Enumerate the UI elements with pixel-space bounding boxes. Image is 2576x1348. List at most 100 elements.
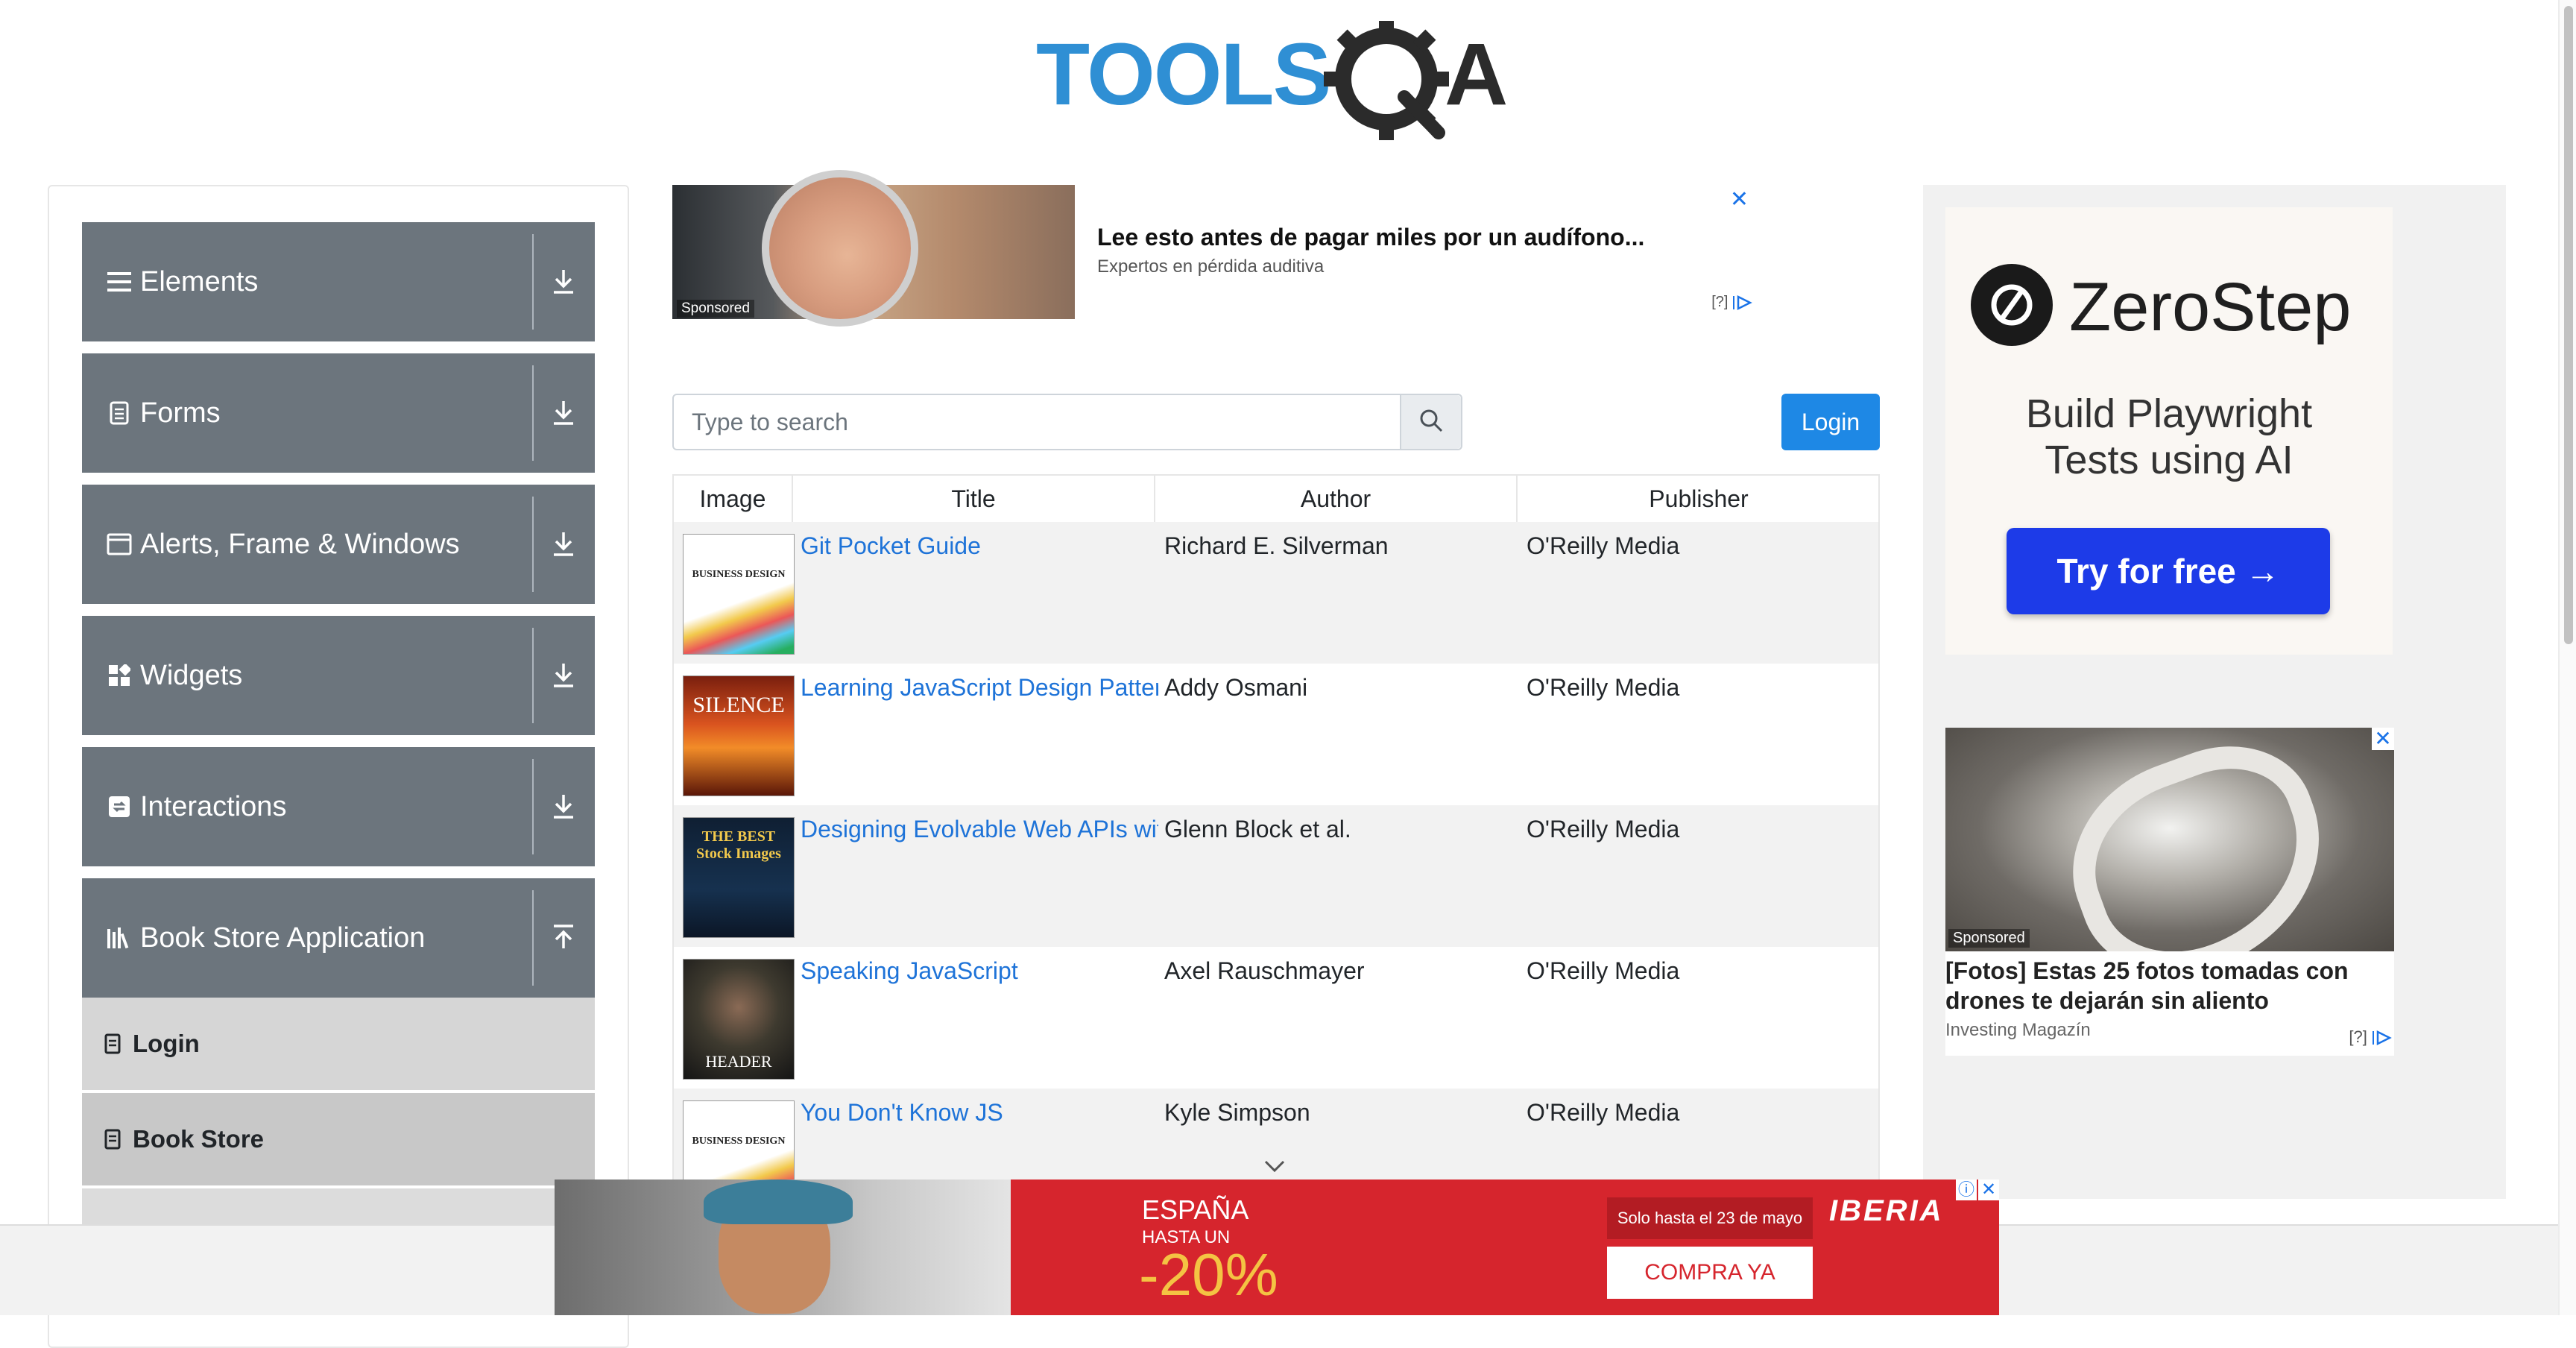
info-icon[interactable]: ⓘ (1956, 1180, 1977, 1200)
book-cover-image: THE BEST Stock Images (683, 817, 795, 938)
search-button[interactable] (1400, 395, 1461, 449)
iberia-logo: IBERIA (1829, 1194, 1944, 1227)
interactions-icon (106, 793, 133, 820)
sidebar: Elements Forms Alerts, Frame & Windows W… (48, 185, 629, 1348)
book-title-link[interactable]: You Don't Know JS (801, 1099, 1158, 1127)
book-icon (104, 1129, 122, 1150)
book-title-link[interactable]: Git Pocket Guide (801, 532, 1158, 560)
book-store-icon (106, 925, 133, 951)
sidebar-group-alerts[interactable]: Alerts, Frame & Windows (82, 485, 595, 604)
table-row: BUSINESS DESIGN Git Pocket Guide Richard… (674, 522, 1878, 664)
scrollbar-thumb[interactable] (2564, 6, 2573, 644)
expand-arrow-icon[interactable] (541, 259, 586, 304)
cover-text: THE BEST Stock Images (696, 828, 781, 862)
mountain-image (2044, 728, 2354, 951)
book-title-link[interactable]: Learning JavaScript Design Patterns (801, 674, 1158, 702)
sidebar-group-book-store-application[interactable]: Book Store Application (82, 878, 595, 998)
book-author: Axel Rauschmayer (1164, 957, 1365, 984)
expand-arrow-icon[interactable] (541, 522, 586, 567)
page-scrollbar[interactable] (2558, 0, 2576, 1315)
sidebar-group-label: Elements (140, 265, 259, 297)
window-icon (106, 531, 133, 558)
book-cover-image: BUSINESS DESIGN (683, 534, 795, 655)
zerostep-subtitle: Build Playwright (2025, 391, 2313, 436)
sponsored-label: Sponsored (1948, 929, 2030, 948)
sidebar-item-book-store[interactable]: Book Store (82, 1093, 595, 1185)
drone-photos-ad[interactable]: Sponsored ✕ [Fotos] Estas 25 fotos tomad… (1945, 728, 2394, 1056)
search-box (672, 394, 1462, 450)
sidebar-group-label: Forms (140, 397, 221, 429)
ad-discount: -20% (1139, 1241, 1278, 1308)
close-icon[interactable]: ✕ (1730, 186, 1749, 212)
hamburger-icon (106, 268, 133, 295)
ad-help-link[interactable]: [?] (2349, 1027, 2367, 1046)
close-icon[interactable]: ✕ (2372, 728, 2394, 750)
adchoices-icon[interactable]: [?] (2349, 1027, 2393, 1047)
divider (532, 497, 534, 592)
svg-text:A: A (1445, 25, 1508, 124)
divider (532, 759, 534, 854)
book-publisher: O'Reilly Media (1527, 532, 1680, 559)
ad-image[interactable]: Sponsored (1945, 728, 2394, 951)
column-header-title[interactable]: Title (793, 476, 1155, 522)
widgets-icon (106, 662, 133, 689)
book-publisher: O'Reilly Media (1527, 1099, 1680, 1126)
zerostep-brand: ZeroStep (2069, 269, 2352, 345)
iberia-ad-banner[interactable]: ESPAÑA HASTA UN -20% Solo hasta el 23 de… (555, 1180, 1999, 1315)
book-title-link[interactable]: Speaking JavaScript (801, 957, 1158, 985)
column-header-image[interactable]: Image (674, 476, 793, 522)
ad-source: Expertos en pérdida auditiva (1097, 256, 1325, 277)
ad-source: Investing Magazín (1945, 1020, 2091, 1040)
sidebar-group-label: Alerts, Frame & Windows (140, 528, 460, 560)
book-icon (104, 1033, 122, 1054)
table-row: SILENCE Learning JavaScript Design Patte… (674, 664, 1878, 805)
buy-now-button[interactable]: COMPRA YA (1607, 1247, 1813, 1299)
ad-headline[interactable]: Lee esto antes de pagar miles por un aud… (1097, 224, 1644, 251)
divider (532, 365, 534, 461)
expand-arrow-icon[interactable] (541, 391, 586, 435)
sidebar-group-interactions[interactable]: Interactions (82, 747, 595, 866)
sidebar-group-label: Interactions (140, 790, 287, 822)
top-ad-banner[interactable]: Sponsored Lee esto antes de pagar miles … (672, 170, 1761, 327)
book-title-link[interactable]: Designing Evolvable Web APIs with ASP.NE… (801, 816, 1158, 843)
close-icon[interactable]: ✕ (1978, 1180, 1999, 1200)
ad-help-link[interactable]: [?] (1711, 294, 1728, 310)
try-for-free-button[interactable]: Try for free → (2007, 528, 2330, 614)
sidebar-group-elements[interactable]: Elements (82, 222, 595, 341)
adchoices-icon[interactable]: [?] (1711, 294, 1753, 311)
expand-arrow-icon[interactable] (541, 653, 586, 698)
book-author: Kyle Simpson (1164, 1099, 1310, 1126)
expand-arrow-icon[interactable] (541, 784, 586, 829)
sidebar-item-login[interactable]: Login (82, 998, 595, 1090)
cover-text: SILENCE (692, 693, 785, 717)
cover-text: BUSINESS DESIGN (692, 569, 786, 580)
table-row: HEADER Speaking JavaScript Axel Rauschma… (674, 947, 1878, 1089)
ad-image[interactable]: Sponsored (672, 170, 1075, 327)
sidebar-group-forms[interactable]: Forms (82, 353, 595, 473)
sidebar-group-label: Widgets (140, 659, 243, 691)
sidebar-group-widgets[interactable]: Widgets (82, 616, 595, 735)
book-cover-image: HEADER (683, 959, 795, 1080)
book-publisher: O'Reilly Media (1527, 674, 1680, 701)
column-header-publisher[interactable]: Publisher (1518, 476, 1878, 522)
divider (532, 890, 534, 986)
ad-destination: ESPAÑA (1142, 1194, 1249, 1225)
ad-photo[interactable] (555, 1180, 1011, 1315)
book-publisher: O'Reilly Media (1527, 957, 1680, 984)
collapse-arrow-icon[interactable] (541, 916, 586, 960)
zerostep-ad[interactable]: ZeroStep Build Playwright Tests using AI… (1945, 207, 2393, 655)
sponsored-label: Sponsored (677, 300, 754, 318)
zerostep-subtitle: Tests using AI (2045, 438, 2294, 482)
divider (532, 628, 534, 723)
sidebar-item-label: Login (133, 1030, 200, 1057)
toolsqa-logo[interactable]: TOOLS A (1036, 16, 1528, 142)
column-header-author[interactable]: Author (1155, 476, 1518, 522)
ad-headline[interactable]: [Fotos] Estas 25 fotos tomadas con drone… (1945, 956, 2393, 1015)
book-cover-image: SILENCE (683, 675, 795, 796)
sidebar-item-label: Book Store (133, 1125, 265, 1153)
chevron-down-icon[interactable] (1260, 1151, 1289, 1181)
login-button[interactable]: Login (1781, 394, 1880, 450)
search-input[interactable] (674, 395, 1401, 449)
divider (532, 234, 534, 330)
svg-text:TOOLS: TOOLS (1036, 25, 1330, 124)
